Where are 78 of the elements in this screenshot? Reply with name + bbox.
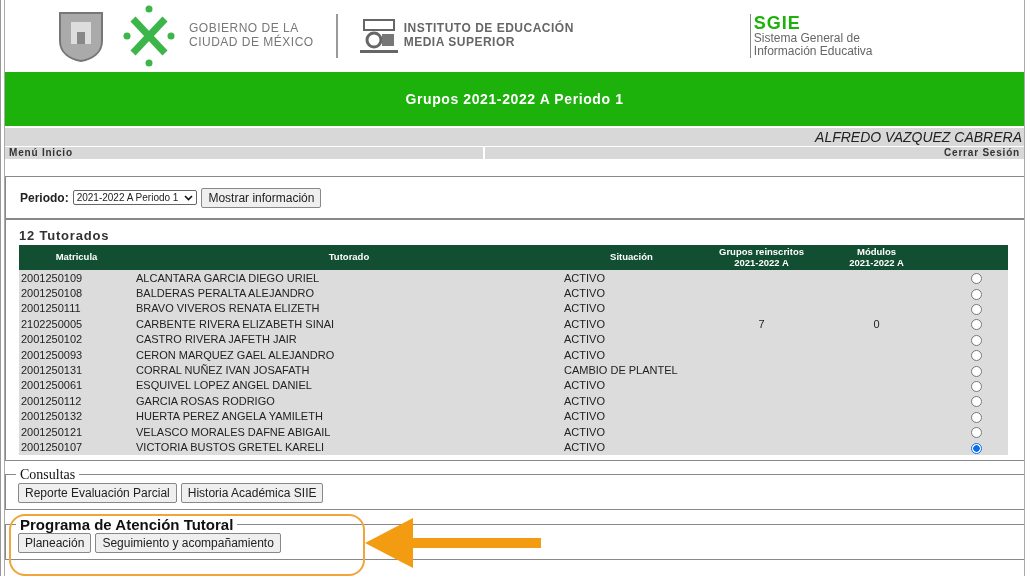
table-cell: BALDERAS PERALTA ALEJANDRO — [134, 285, 564, 301]
chevron-down-icon — [184, 194, 194, 201]
period-select[interactable]: 2021-2022 A Periodo 1 — [72, 190, 198, 205]
column-header: Grupos reinscritos 2021-2022 A — [699, 245, 824, 270]
table-cell: ESQUIVEL LOPEZ ANGEL DANIEL — [134, 377, 564, 394]
cross-logo-icon — [123, 5, 175, 67]
user-name: ALFREDO VAZQUEZ CABRERA — [813, 128, 1023, 146]
institute-name: INSTITUTO DE EDUCACIÓN MEDIA SUPERIOR — [403, 22, 574, 50]
table-cell: 2001250102 — [19, 331, 134, 347]
table-cell: ACTIVO — [564, 331, 699, 347]
row-radio[interactable] — [971, 365, 982, 377]
query-button[interactable]: Reporte Evaluación Parcial — [18, 482, 177, 503]
row-radio[interactable] — [971, 442, 982, 454]
table-cell: BRAVO VIVEROS RENATA ELIZETH — [134, 300, 564, 317]
column-header: Módulos 2021-2022 A — [824, 245, 929, 270]
page-title: Grupos 2021-2022 A Periodo 1 — [405, 91, 624, 107]
table-cell: 2001250109 — [19, 270, 134, 286]
table-cell: 2001250132 — [19, 408, 134, 424]
row-radio[interactable] — [971, 350, 982, 362]
row-radio[interactable] — [971, 273, 982, 285]
table-cell: 2001250061 — [19, 377, 134, 394]
table-cell: 2001250112 — [19, 393, 134, 409]
row-radio[interactable] — [971, 381, 982, 392]
table-cell: VICTORIA BUSTOS GRETEL KARELI — [134, 439, 564, 455]
row-radio[interactable] — [971, 334, 982, 346]
shield-icon — [57, 10, 105, 62]
show-info-button[interactable]: Mostrar información — [201, 187, 322, 208]
table-cell: ACTIVO — [564, 270, 699, 286]
table-cell: VELASCO MORALES DAFNE ABIGAIL — [134, 423, 564, 440]
table-cell: CORRAL NUÑEZ IVAN JOSAFATH — [134, 362, 564, 378]
table-cell: 7 — [758, 317, 765, 330]
table-cell: CASTRO RIVERA JAFETH JAIR — [134, 331, 564, 347]
table-cell: ACTIVO — [564, 346, 699, 363]
column-header: Situación — [564, 245, 699, 270]
row-radio[interactable] — [971, 396, 982, 408]
row-radio[interactable] — [971, 288, 982, 300]
table-cell: CAMBIO DE PLANTEL — [564, 362, 699, 378]
table-cell: HUERTA PEREZ ANGELA YAMILETH — [134, 408, 564, 424]
column-header: Matricula — [19, 245, 134, 270]
machine-icon — [359, 18, 398, 54]
arrow-icon — [365, 518, 543, 568]
table-cell: 2001250107 — [19, 439, 134, 455]
table-cell: 2102250005 — [19, 316, 134, 332]
row-radio[interactable] — [971, 304, 982, 316]
table-cell: ACTIVO — [564, 393, 699, 409]
row-radio[interactable] — [971, 319, 982, 331]
table-cell: ACTIVO — [564, 316, 699, 332]
row-radio[interactable] — [971, 411, 982, 423]
query-button[interactable]: Historia Académica SIIE — [180, 482, 324, 503]
table-cell: ACTIVO — [564, 439, 699, 455]
column-header: Tutorado — [134, 245, 564, 270]
sgie-logo: SGIE — [753, 13, 802, 32]
consultas-legend: Consultas — [16, 466, 80, 483]
program-button[interactable]: Seguimiento y acompañamiento — [95, 532, 281, 553]
table-cell: 2001250121 — [19, 423, 134, 440]
home-menu-link[interactable]: Menú Inicio — [5, 147, 483, 159]
table-cell: 0 — [873, 317, 880, 330]
table-cell: 2001250093 — [19, 346, 134, 363]
program-legend: Programa de Atención Tutoral — [16, 515, 238, 533]
row-radio[interactable] — [971, 427, 982, 439]
section-title: 12 Tutorados — [19, 228, 111, 243]
table-cell: CARBENTE RIVERA ELIZABETH SINAI — [134, 316, 564, 332]
table-cell: ACTIVO — [564, 408, 699, 424]
table-cell: 2001250108 — [19, 285, 134, 301]
table-cell: 2001250131 — [19, 362, 134, 378]
period-label: Periodo: — [20, 190, 69, 205]
table-cell: CERON MARQUEZ GAEL ALEJANDRO — [134, 346, 564, 363]
table-cell: ACTIVO — [564, 300, 699, 317]
sgie-subtitle: Sistema General de Información Educativa — [753, 31, 873, 59]
program-button[interactable]: Planeación — [18, 532, 92, 553]
table-cell: ACTIVO — [564, 285, 699, 301]
table-cell: ACTIVO — [564, 377, 699, 394]
table-cell: GARCIA ROSAS RODRIGO — [134, 393, 564, 409]
table-cell: ALCANTARA GARCIA DIEGO URIEL — [134, 270, 564, 286]
table-cell: ACTIVO — [564, 423, 699, 440]
table-cell: 2001250111 — [19, 300, 134, 317]
government-name: GOBIERNO DE LA CIUDAD DE MÉXICO — [189, 22, 314, 50]
logout-link[interactable]: Cerrar Sesión — [485, 147, 1024, 159]
